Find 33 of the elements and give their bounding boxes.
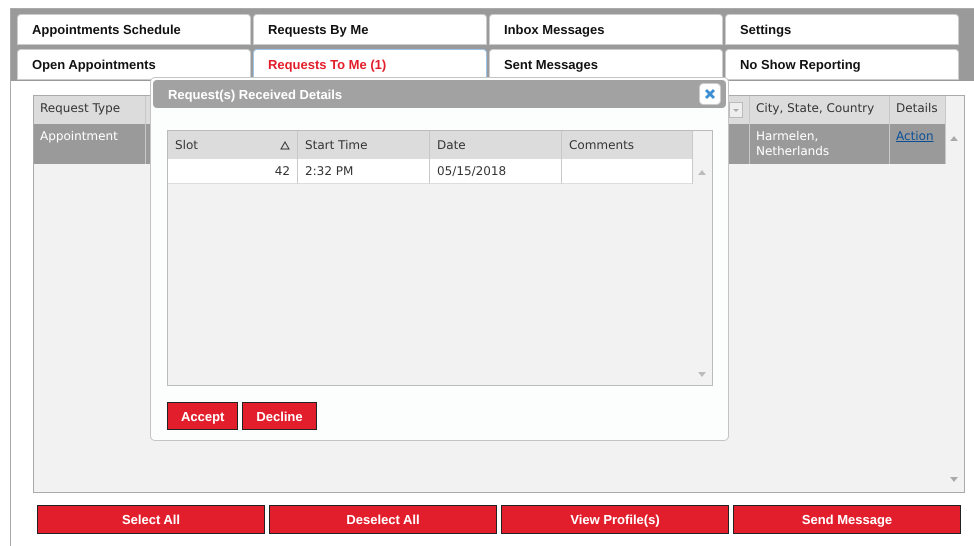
footer-button[interactable]: Send Message xyxy=(733,505,961,534)
column-header[interactable]: Date xyxy=(430,131,562,159)
dialog-title: Request(s) Received Details xyxy=(168,86,342,102)
table-cell: Appointment xyxy=(40,129,118,143)
tab[interactable]: Sent Messages xyxy=(489,48,723,80)
table-cell: 2:32 PM xyxy=(298,159,430,184)
tab[interactable]: Requests To Me (1) xyxy=(253,48,487,80)
column-header[interactable]: Slot xyxy=(168,131,298,159)
table-cell-text: Harmelen, Netherlands xyxy=(756,129,830,159)
tab[interactable]: No Show Reporting xyxy=(725,48,959,80)
footer-button[interactable]: Select All xyxy=(37,505,265,534)
tab[interactable]: Inbox Messages xyxy=(489,14,723,45)
close-icon[interactable] xyxy=(699,83,721,105)
column-header: Details xyxy=(890,96,946,124)
scroll-up-icon[interactable] xyxy=(698,170,706,175)
dialog-button[interactable]: Decline xyxy=(242,402,317,430)
tab[interactable]: Appointments Schedule xyxy=(17,14,251,45)
dropdown-icon[interactable] xyxy=(729,102,743,118)
column-header[interactable]: Start Time xyxy=(298,131,430,159)
scroll-up-icon[interactable] xyxy=(950,136,958,141)
dialog-button[interactable]: Accept xyxy=(167,402,238,430)
scroll-down-icon[interactable] xyxy=(698,372,706,377)
tab[interactable]: Settings xyxy=(725,14,959,45)
column-header: Request Type xyxy=(34,96,146,124)
column-header: City, State, Country xyxy=(750,96,890,124)
table-cell: 42 xyxy=(168,159,298,184)
footer-button[interactable]: Deselect All xyxy=(269,505,497,534)
scroll-down-icon[interactable] xyxy=(950,477,958,482)
tab[interactable]: Open Appointments xyxy=(17,48,251,80)
table-cell: 05/15/2018 xyxy=(430,159,562,184)
footer-button[interactable]: View Profile(s) xyxy=(501,505,729,534)
tab[interactable]: Requests By Me xyxy=(253,14,487,45)
column-header[interactable]: Comments xyxy=(562,131,693,159)
